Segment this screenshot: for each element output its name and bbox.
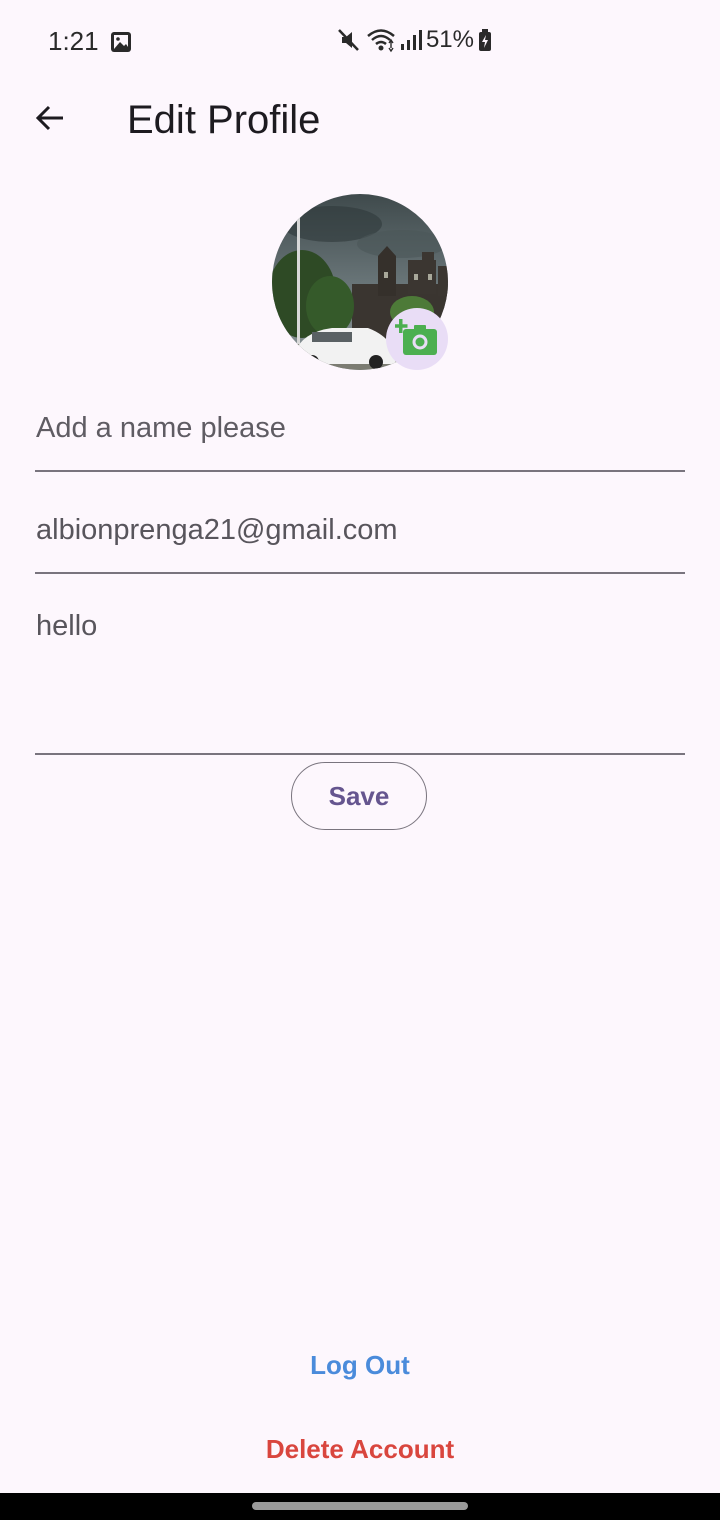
status-time: 1:21: [48, 26, 99, 56]
status-icons: 51%: [336, 26, 492, 54]
bio-value: hello: [36, 610, 98, 642]
logout-button[interactable]: Log Out: [0, 1350, 720, 1381]
home-indicator[interactable]: [252, 1502, 468, 1510]
battery-level: 51%: [425, 26, 474, 53]
wifi-icon: [367, 29, 395, 53]
email-field[interactable]: albionprenga21@gmail.com: [35, 490, 685, 574]
avatar-section: [272, 194, 448, 370]
arrow-left-icon: [35, 105, 63, 131]
status-bar: 1:21 51%: [0, 0, 720, 84]
battery-icon: [479, 29, 491, 51]
system-nav-bar: [0, 1493, 720, 1520]
email-value: albionprenga21@gmail.com: [36, 514, 398, 546]
page-title: Edit Profile: [127, 98, 321, 142]
delete-account-button[interactable]: Delete Account: [0, 1434, 720, 1465]
signal-icon: [400, 30, 422, 50]
name-field[interactable]: Add a name please: [35, 388, 685, 472]
gallery-icon: [111, 32, 131, 52]
name-placeholder: Add a name please: [36, 412, 286, 444]
bio-field[interactable]: hello: [35, 592, 685, 755]
save-button[interactable]: Save: [291, 762, 427, 830]
add-photo-icon: [395, 319, 437, 355]
back-button[interactable]: [28, 96, 72, 140]
edit-profile-screen: 1:21 51% Edit Profile Add a name please …: [0, 0, 720, 1520]
change-photo-button[interactable]: [386, 308, 448, 370]
mute-icon: [338, 29, 359, 51]
